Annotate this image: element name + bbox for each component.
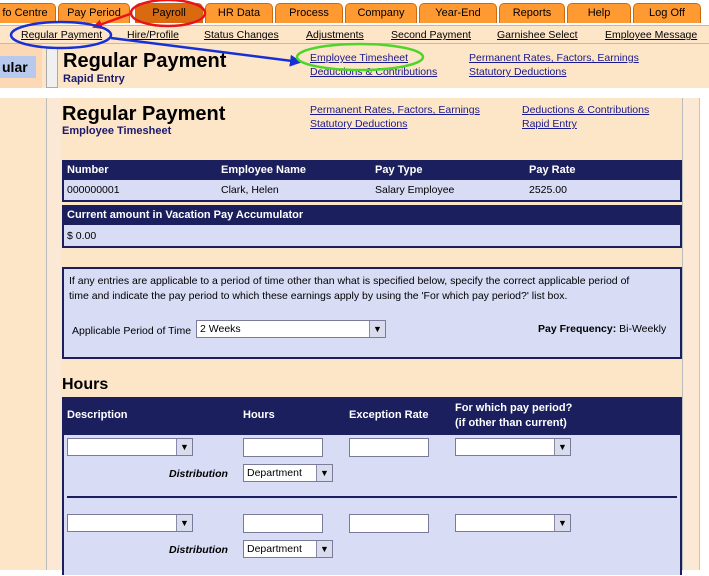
green-highlight-oval: [295, 42, 425, 72]
red-highlight-oval: [129, 0, 207, 28]
blue-arrow: [110, 36, 302, 67]
red-arrow: [92, 12, 131, 29]
annotation-overlay: [9, 0, 425, 72]
blue-highlight-oval: [9, 20, 113, 50]
